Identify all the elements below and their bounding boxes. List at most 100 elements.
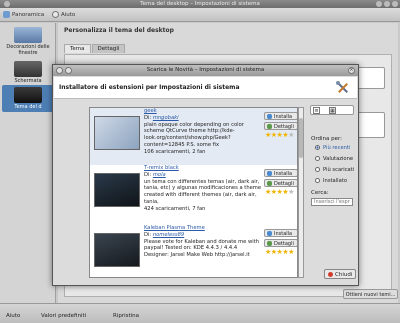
item-description: un tema con differentes temas (air, dark…: [144, 178, 262, 205]
close-icon[interactable]: [392, 1, 398, 7]
tab-theme[interactable]: Tema: [64, 44, 91, 53]
rating-stars[interactable]: ★★★★★: [265, 132, 294, 139]
details-button[interactable]: Dettagli: [264, 239, 297, 247]
install-icon: [267, 114, 272, 119]
dialog-pin-icon[interactable]: [65, 67, 72, 74]
item-author: Di: mola: [144, 172, 262, 179]
toolbar: Panoramica Aiuto: [0, 8, 400, 22]
details-label: Dettagli: [274, 181, 294, 187]
list-scrollbar[interactable]: [298, 107, 304, 278]
tools-icon: [336, 81, 348, 93]
list-item[interactable]: Kaleban Plasma Theme Di: nomeless89 Plea…: [90, 225, 297, 277]
order-option-installed[interactable]: Installato: [315, 178, 347, 185]
details-button[interactable]: Dettagli: [264, 122, 297, 130]
defaults-button[interactable]: Valori predefiniti: [38, 312, 89, 321]
radio-button[interactable]: [315, 145, 320, 150]
install-button[interactable]: Installa: [264, 229, 297, 237]
install-icon: [267, 171, 272, 176]
list-item[interactable]: geek Di: mngobaki plain opaque color dep…: [90, 108, 297, 165]
sidebar-item-label: Schermata: [14, 78, 42, 84]
window-titlebar: Tema del desktop – Impostazioni di siste…: [0, 0, 400, 8]
help-button[interactable]: Aiuto: [52, 11, 75, 19]
item-description: plain opaque color depending on color sc…: [144, 121, 244, 148]
details-button[interactable]: Dettagli: [264, 179, 297, 187]
order-option-downloads[interactable]: Più scaricati: [315, 167, 354, 174]
item-text: Kaleban Plasma Theme Di: nomeless89 Plea…: [144, 225, 262, 259]
order-option-label: Installato: [323, 178, 348, 184]
close-icon: [328, 272, 333, 277]
details-label: Dettagli: [274, 241, 294, 247]
item-text: T-remix black Di: mola un tema con diffe…: [144, 165, 262, 213]
bottom-bar: Aiuto Valori predefiniti Ripristina: [0, 303, 400, 323]
theme-screenshot[interactable]: [94, 173, 140, 207]
item-name-link[interactable]: T-remix black: [144, 165, 262, 172]
page-title: Personalizza il tema del desktop: [64, 27, 174, 34]
details-label: Dettagli: [274, 124, 294, 130]
item-text: geek Di: mngobaki plain opaque color dep…: [144, 108, 262, 156]
dialog-menu-icon[interactable]: [56, 67, 63, 74]
radio-button[interactable]: [315, 167, 320, 172]
sidebar-item-splash-screen[interactable]: Schermata: [2, 61, 54, 84]
item-description: Please vote for Kaleban and donate me wi…: [144, 238, 260, 259]
list-item[interactable]: T-remix black Di: mola un tema con diffe…: [90, 165, 297, 225]
tab-bar: Tema Dettagli: [64, 44, 126, 54]
sidebar: Decorazioni delle finestre Schermata Tem…: [0, 23, 56, 303]
theme-screenshot[interactable]: [94, 116, 140, 150]
minimize-icon[interactable]: [376, 1, 382, 7]
order-label: Ordina per:: [311, 136, 343, 142]
order-option-label: Più scaricati: [323, 167, 355, 173]
overview-button[interactable]: Panoramica: [3, 11, 44, 19]
extensions-list[interactable]: geek Di: mngobaki plain opaque color dep…: [89, 107, 298, 278]
info-icon: [267, 181, 272, 186]
dialog-titlebar: Scarica le Novità – Impostazioni di sist…: [53, 65, 358, 76]
view-list-icon[interactable]: ≡: [313, 107, 320, 114]
scrollbar-thumb[interactable]: [299, 118, 303, 158]
author-link[interactable]: nomeless89: [153, 232, 184, 238]
item-name-link[interactable]: geek: [144, 108, 262, 115]
order-option-newest[interactable]: Più recenti: [315, 145, 350, 152]
maximize-icon[interactable]: [384, 1, 390, 7]
search-label: Cerca:: [311, 190, 329, 196]
dialog-header: Installatore di estensioni per Impostazi…: [54, 77, 357, 99]
window-title: Tema del desktop – Impostazioni di siste…: [140, 1, 260, 7]
reset-button[interactable]: Ripristina: [110, 312, 142, 321]
view-icons-icon[interactable]: ▦: [329, 107, 336, 114]
theme-screenshot[interactable]: [94, 233, 140, 267]
dialog-close-icon[interactable]: ×: [348, 67, 355, 74]
sidebar-item-label: Decorazioni delle finestre: [6, 44, 50, 56]
rating-stars[interactable]: ★★★★★: [265, 249, 294, 256]
install-button[interactable]: Installa: [264, 112, 297, 120]
dialog-heading: Installatore di estensioni per Impostazi…: [59, 84, 240, 91]
radio-button[interactable]: [315, 178, 320, 183]
install-button[interactable]: Installa: [264, 169, 297, 177]
window-menu-icon[interactable]: [4, 1, 10, 7]
item-downloads: 106 scaricamenti, 2 fan: [144, 148, 206, 155]
help-icon: [52, 11, 59, 18]
item-name-link[interactable]: Kaleban Plasma Theme: [144, 225, 262, 232]
author-link[interactable]: mola: [153, 172, 166, 178]
desktop-theme-icon: [14, 87, 42, 103]
install-label: Installa: [274, 114, 293, 120]
get-new-themes-button[interactable]: Ottieni nuovi temi...: [343, 289, 398, 299]
author-prefix: Di:: [144, 114, 152, 121]
sidebar-item-window-decorations[interactable]: Decorazioni delle finestre: [2, 27, 54, 56]
order-option-rating[interactable]: Valutazione: [315, 156, 353, 163]
info-icon: [267, 241, 272, 246]
item-author: Di: mngobaki: [144, 115, 262, 122]
item-author: Di: nomeless89: [144, 232, 262, 239]
info-icon: [267, 124, 272, 129]
sidebar-item-desktop-theme[interactable]: Tema del d: [2, 85, 54, 112]
search-input[interactable]: [311, 198, 353, 206]
radio-button[interactable]: [315, 156, 320, 161]
close-label: Chiudi: [335, 272, 353, 278]
bottom-help-button[interactable]: Aiuto: [3, 312, 23, 321]
author-link[interactable]: mngobaki: [153, 115, 179, 121]
order-option-label: Più recenti: [323, 145, 351, 151]
author-prefix: Di:: [144, 231, 152, 238]
tab-details[interactable]: Dettagli: [91, 44, 126, 53]
close-button[interactable]: Chiudi: [324, 269, 356, 279]
overview-icon: [3, 11, 10, 18]
rating-stars[interactable]: ★★★★★: [265, 189, 294, 196]
view-mode-switcher: ≡ ▦: [310, 105, 354, 115]
splash-screen-icon: [14, 61, 42, 77]
